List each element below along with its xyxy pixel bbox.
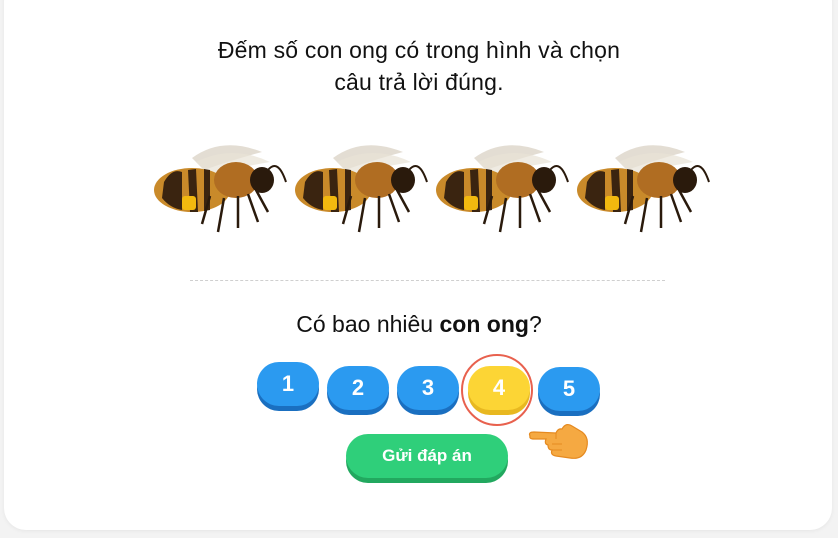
selection-highlight-ring: [461, 354, 533, 426]
submit-answer-button[interactable]: Gửi đáp án: [346, 434, 508, 478]
pointing-hand-icon: [528, 423, 588, 459]
answer-option-3[interactable]: 3: [397, 366, 459, 410]
answer-option-1[interactable]: 1: [257, 362, 319, 406]
answer-option-2[interactable]: 2: [327, 366, 389, 410]
answer-option-5[interactable]: 5: [538, 367, 600, 411]
